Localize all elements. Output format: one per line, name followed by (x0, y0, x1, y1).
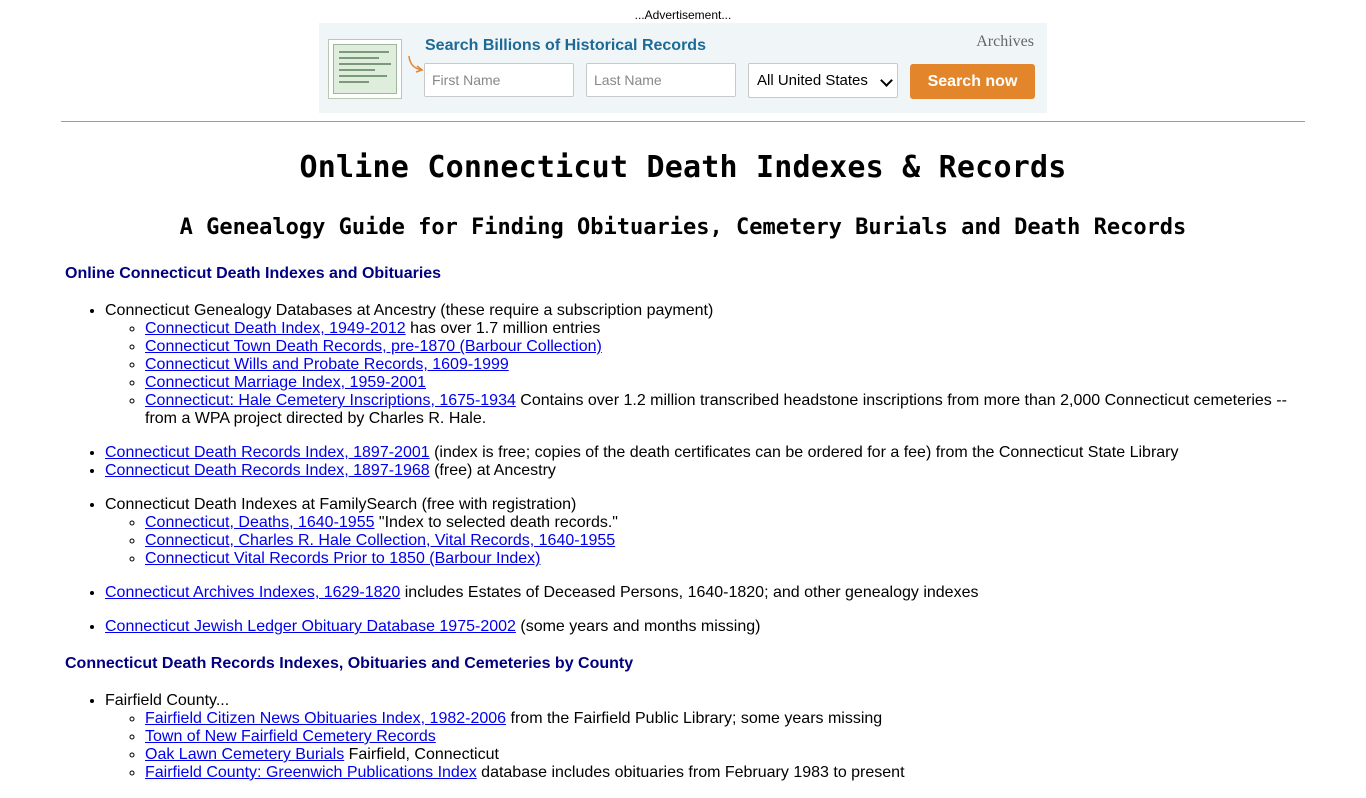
chevron-down-icon (880, 74, 893, 87)
ad-banner[interactable]: Search Billions of Historical Records Ar… (319, 23, 1047, 113)
familysearch-list: Connecticut Death Indexes at FamilySearc… (65, 496, 1305, 568)
page-subtitle: A Genealogy Guide for Finding Obituaries… (179, 215, 1187, 240)
ad-brand-logo: Archives (976, 33, 1034, 50)
advertisement-label: ...Advertisement... (634, 8, 732, 22)
search-now-button[interactable]: Search now (910, 64, 1035, 99)
list-item: Connecticut Archives Indexes, 1629-1820 … (105, 584, 1305, 602)
list-item-text: database includes obituaries from Februa… (476, 764, 905, 781)
list-item: Connecticut, Charles R. Hale Collection,… (145, 532, 1305, 550)
list-item-text: from the Fairfield Public Library; some … (506, 710, 883, 727)
list-item: Connecticut Marriage Index, 1959-2001 (145, 374, 1305, 392)
link[interactable]: Fairfield Citizen News Obituaries Index,… (145, 710, 506, 727)
ad-title[interactable]: Search Billions of Historical Records (425, 36, 706, 56)
link[interactable]: Connecticut Death Records Index, 1897-20… (105, 444, 430, 461)
archives-list: Connecticut Archives Indexes, 1629-1820 … (65, 584, 1305, 602)
link[interactable]: Connecticut Town Death Records, pre-1870… (145, 338, 602, 355)
link[interactable]: Connecticut Wills and Probate Records, 1… (145, 356, 509, 373)
jewish-ledger-list: Connecticut Jewish Ledger Obituary Datab… (65, 618, 1305, 636)
list-item: Connecticut Jewish Ledger Obituary Datab… (105, 618, 1305, 636)
list-item: Town of New Fairfield Cemetery Records (145, 728, 1305, 746)
horizontal-rule (61, 121, 1305, 122)
list-item-text: Connecticut Genealogy Databases at Ances… (105, 302, 714, 319)
link[interactable]: Connecticut, Charles R. Hale Collection,… (145, 532, 615, 549)
link[interactable]: Oak Lawn Cemetery Burials (145, 746, 344, 763)
list-item: Connecticut Town Death Records, pre-1870… (145, 338, 1305, 356)
certificate-thumbnail-icon (328, 39, 402, 99)
list-item-text: includes Estates of Deceased Persons, 16… (400, 584, 979, 601)
list-item: Connecticut Death Records Index, 1897-19… (105, 462, 1305, 480)
list-item-text: (index is free; copies of the death cert… (429, 444, 1179, 461)
link[interactable]: Town of New Fairfield Cemetery Records (145, 728, 436, 745)
page-title: Online Connecticut Death Indexes & Recor… (299, 150, 1067, 185)
list-item: Fairfield Citizen News Obituaries Index,… (145, 710, 1305, 728)
link[interactable]: Connecticut Vital Records Prior to 1850 … (145, 550, 540, 567)
list-item-text: Connecticut Death Indexes at FamilySearc… (105, 496, 577, 513)
list-item-text: Fairfield, Connecticut (344, 746, 499, 763)
list-item-text: "Index to selected death records." (374, 514, 618, 531)
list-item: Connecticut Death Indexes at FamilySearc… (105, 496, 1305, 568)
list-item: Connecticut Wills and Probate Records, 1… (145, 356, 1305, 374)
first-name-input[interactable] (424, 63, 574, 97)
list-item: Fairfield County: Greenwich Publications… (145, 764, 1305, 782)
ancestry-list: Connecticut Genealogy Databases at Ances… (65, 302, 1305, 428)
section-heading-by-county: Connecticut Death Records Indexes, Obitu… (65, 655, 634, 672)
link[interactable]: Connecticut Archives Indexes, 1629-1820 (105, 584, 400, 601)
list-item: Connecticut: Hale Cemetery Inscriptions,… (145, 392, 1305, 428)
location-select-value: All United States (757, 72, 868, 89)
state-library-list: Connecticut Death Records Index, 1897-20… (65, 444, 1305, 480)
list-item-text: (some years and months missing) (515, 618, 761, 635)
last-name-input[interactable] (586, 63, 736, 97)
link[interactable]: Connecticut: Hale Cemetery Inscriptions,… (145, 392, 516, 409)
link[interactable]: Connecticut, Deaths, 1640-1955 (145, 514, 374, 531)
county-list: Fairfield County... Fairfield Citizen Ne… (65, 692, 1305, 782)
list-item-text: (free) at Ancestry (429, 462, 556, 479)
list-item: Connecticut Genealogy Databases at Ances… (105, 302, 1305, 428)
location-select[interactable]: All United States (748, 63, 898, 98)
list-item: Connecticut Vital Records Prior to 1850 … (145, 550, 1305, 568)
list-item-text: has over 1.7 million entries (405, 320, 601, 337)
link[interactable]: Connecticut Jewish Ledger Obituary Datab… (105, 618, 516, 635)
list-item: Connecticut, Deaths, 1640-1955 "Index to… (145, 514, 1305, 532)
list-item: Connecticut Death Index, 1949-2012 has o… (145, 320, 1305, 338)
list-item: Connecticut Death Records Index, 1897-20… (105, 444, 1305, 462)
link[interactable]: Connecticut Marriage Index, 1959-2001 (145, 374, 426, 391)
section-heading-online-indexes: Online Connecticut Death Indexes and Obi… (65, 265, 442, 282)
list-item-text: Fairfield County... (105, 692, 230, 709)
list-item: Fairfield County... Fairfield Citizen Ne… (105, 692, 1305, 782)
link[interactable]: Connecticut Death Records Index, 1897-19… (105, 462, 430, 479)
main-content: Online Connecticut Death Indexes and Obi… (65, 262, 1305, 798)
link[interactable]: Connecticut Death Index, 1949-2012 (145, 320, 406, 337)
list-item: Oak Lawn Cemetery Burials Fairfield, Con… (145, 746, 1305, 764)
link[interactable]: Fairfield County: Greenwich Publications… (145, 764, 477, 781)
